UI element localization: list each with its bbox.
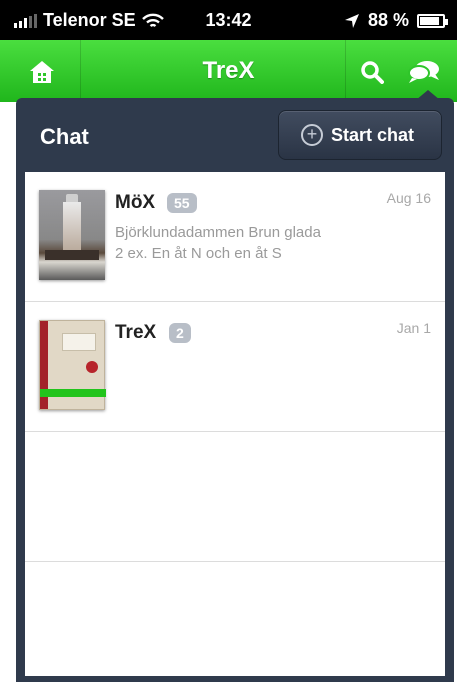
panel-heading: Chat (40, 124, 89, 149)
chat-row-trex[interactable]: TreX 2 Jan 1 (25, 302, 445, 432)
chat-preview-line-2: 2 ex. En åt N och en åt S (115, 245, 282, 262)
chat-date: Aug 16 (386, 190, 431, 206)
battery-icon (417, 13, 448, 28)
notebook-label (62, 333, 96, 351)
notebook-clasp (86, 361, 98, 373)
chat-preview-line-1: Björklundadammen Brun glada (115, 224, 321, 241)
status-bar: Telenor SE 13:42 88 % (0, 0, 457, 40)
chat-button[interactable] (404, 52, 444, 92)
location-arrow-icon (344, 13, 359, 28)
plus-circle-icon: + (301, 124, 323, 146)
unread-count-badge: 55 (167, 193, 197, 213)
chat-name: MöX (115, 192, 156, 213)
notebook-band (40, 389, 106, 397)
search-button[interactable] (352, 52, 392, 92)
chat-list: MöX 55 Aug 16 Björklundadammen Brun glad… (25, 172, 445, 676)
chat-name: TreX (115, 322, 157, 343)
chat-thumbnail-notebook (39, 320, 106, 410)
tower-base (45, 250, 99, 260)
chat-thumbnail-tower-photo (39, 190, 105, 280)
start-chat-button[interactable]: + Start chat (278, 110, 442, 160)
nav-divider-right (345, 40, 346, 102)
battery-fill (420, 16, 440, 25)
empty-row (25, 432, 445, 562)
start-chat-label: Start chat (331, 124, 415, 145)
chat-row-mox[interactable]: MöX 55 Aug 16 Björklundadammen Brun glad… (25, 172, 445, 302)
unread-count-badge: 2 (169, 323, 191, 343)
chat-preview: Björklundadammen Brun glada 2 ex. En åt … (115, 222, 321, 264)
chat-date: Jan 1 (396, 320, 431, 336)
chat-bubbles-icon (408, 61, 439, 83)
tower-body (63, 202, 81, 252)
empty-row (25, 562, 445, 692)
search-icon (361, 61, 384, 84)
status-right: 88 % (344, 10, 448, 31)
battery-percent: 88 % (367, 10, 409, 30)
top-navbar: TreX (0, 40, 457, 102)
